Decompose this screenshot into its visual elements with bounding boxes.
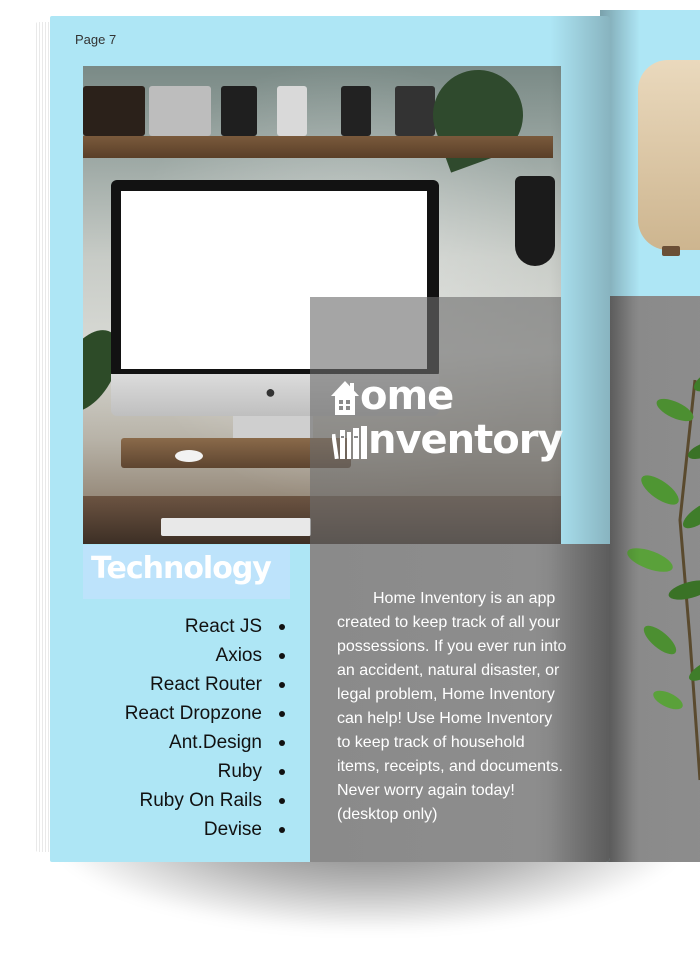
description-text: Home Inventory is an app created to keep… [337,590,567,823]
technology-item-label: Devise [203,819,262,840]
technology-item: Axios [110,641,288,670]
technology-title: Technology [91,551,272,586]
camera-5 [341,86,371,136]
page-number: Page 7 [75,32,117,47]
camera-6 [395,86,435,136]
logo-word-nventory: nventory [368,417,564,463]
desk-lamp [515,176,555,266]
technology-item: Ant.Design [110,728,288,757]
camera-4 [277,86,307,136]
sofa-image [638,60,700,250]
technology-item-label: Ant.Design [169,732,262,753]
technology-item: Devise [110,815,288,844]
logo-word-ome: ome [360,373,454,419]
bullet-icon [279,711,285,717]
technology-item: Ruby On Rails [110,786,288,815]
camera-3 [221,86,257,136]
keyboard-image [161,518,311,536]
technology-item-label: Ruby On Rails [139,790,263,811]
technology-item-label: Ruby [217,761,262,782]
right-page [600,10,700,862]
house-icon [330,380,360,416]
description-panel: Home Inventory is an app created to keep… [310,544,610,862]
books-icon [332,426,368,460]
technology-item: React JS [110,612,288,641]
technology-item: React Dropzone [110,699,288,728]
technology-item: React Router [110,670,288,699]
apple-logo-icon: ● [265,382,276,402]
wall-shelf [83,136,553,158]
bullet-icon [279,682,285,688]
bullet-icon [279,740,285,746]
technology-list: React JS Axios React Router React Dropzo… [110,612,288,844]
technology-item-label: React JS [184,616,262,637]
bullet-icon [279,653,285,659]
bullet-icon [279,827,285,833]
bullet-icon [279,798,285,804]
logo-line-2: nventory [332,417,564,463]
technology-item-label: React Dropzone [124,703,262,724]
technology-header: Technology [83,545,290,599]
logo-line-1: ome [330,373,454,419]
bullet-icon [279,769,285,775]
camera-2 [149,86,211,136]
bullet-icon [279,624,285,630]
technology-item: Ruby [110,757,288,786]
mouse-image [175,450,203,462]
camera-1 [83,86,145,136]
technology-item-label: Axios [215,645,262,666]
left-page: Page 7 ● ome nventory Technology React J… [50,16,610,862]
sofa-leg [662,246,680,256]
home-inventory-logo: ome nventory [320,373,564,476]
technology-item-label: React Router [150,674,262,695]
